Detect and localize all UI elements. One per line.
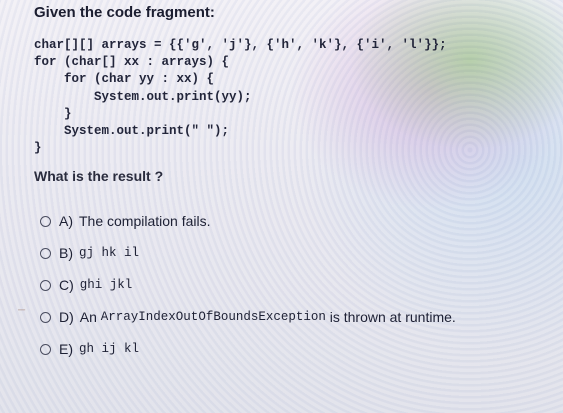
option-key: A): [59, 213, 73, 229]
radio-icon[interactable]: [40, 247, 51, 259]
option-code: gj hk il: [79, 246, 140, 260]
code-line: for (char[] xx : arrays) {: [34, 55, 230, 70]
code-line: char[][] arrays = {{'g', 'j'}, {'h', 'k'…: [34, 38, 447, 52]
code-line: System.out.print(" ");: [34, 124, 230, 139]
option-e[interactable]: E) gh ij kl: [40, 337, 456, 361]
option-b[interactable]: B) gj hk il: [40, 241, 456, 265]
option-text: An: [79, 309, 101, 325]
option-key: C): [59, 277, 74, 293]
question-text: What is the result ?: [34, 168, 164, 184]
code-line: for (char yy : xx) {: [34, 72, 215, 87]
code-line: System.out.print(yy);: [34, 89, 252, 104]
option-code: ghi jkl: [79, 278, 133, 292]
radio-icon[interactable]: [40, 343, 51, 355]
page-title: Given the code fragment:: [34, 4, 215, 21]
option-text: The compilation fails.: [79, 213, 211, 229]
radio-icon[interactable]: [40, 311, 51, 323]
answer-options: A) The compilation fails. B) gj hk il C)…: [40, 209, 456, 369]
code-line: }: [34, 106, 72, 121]
radio-icon[interactable]: [40, 215, 51, 227]
option-c[interactable]: C) ghi jkl: [40, 273, 456, 297]
option-code: gh ij kl: [79, 342, 140, 356]
pointer-mark: ─: [18, 305, 26, 316]
code-block: char[][] arrays = {{'g', 'j'}, {'h', 'k'…: [34, 37, 447, 157]
option-d[interactable]: D) An ArrayIndexOutOfBoundsException is …: [40, 305, 456, 329]
option-key: B): [59, 245, 73, 261]
code-line: }: [34, 141, 42, 156]
option-code: ArrayIndexOutOfBoundsException: [100, 310, 326, 324]
option-key: E): [59, 341, 73, 357]
option-suffix: is thrown at runtime.: [325, 309, 456, 325]
option-a[interactable]: A) The compilation fails.: [40, 209, 456, 233]
option-key: D): [59, 309, 74, 325]
radio-icon[interactable]: [40, 279, 51, 291]
